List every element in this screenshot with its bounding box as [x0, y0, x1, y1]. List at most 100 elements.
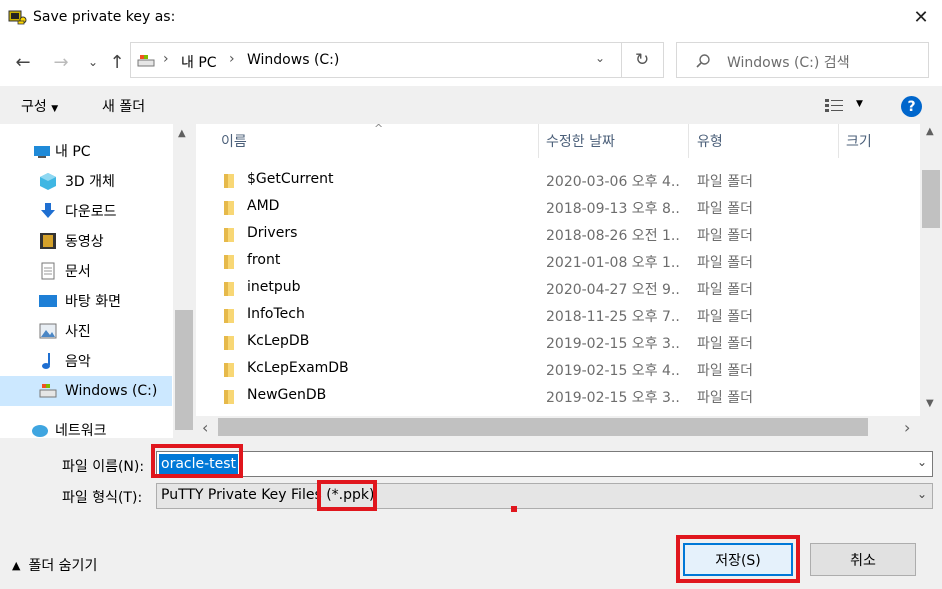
address-dropdown-icon[interactable]: ⌄ — [595, 51, 605, 65]
filetype-label: 파일 형식(T): — [62, 490, 143, 506]
column-header-name[interactable]: 이름 — [221, 124, 247, 158]
refresh-icon[interactable]: ↻ — [635, 50, 649, 70]
table-row[interactable]: KcLepDB 2019-02-15 오후 3... 파일 폴더 — [196, 329, 916, 356]
file-date: 2021-01-08 오후 1... — [546, 255, 680, 271]
recent-locations-button[interactable]: ⌄ — [82, 51, 104, 73]
breadcrumb-my-pc[interactable]: 내 PC — [181, 52, 217, 72]
forward-button[interactable]: → — [50, 51, 72, 73]
scroll-down-icon[interactable]: ▼ — [926, 398, 934, 409]
arrow-right-icon: → — [53, 51, 69, 73]
sidebar-item-pictures[interactable]: 사진 — [0, 317, 172, 345]
chevron-down-icon[interactable]: ⌄ — [917, 455, 927, 469]
chevron-down-icon[interactable]: ⌄ — [917, 487, 927, 501]
filename-selected-text[interactable]: oracle-test — [159, 454, 239, 474]
divider — [621, 43, 622, 77]
caret-up-icon: ▲ — [12, 558, 21, 572]
sidebar-scrollbar[interactable]: ▲ — [173, 124, 195, 438]
filetype-select[interactable]: PuTTY Private Key Files (*.ppk) ⌄ — [156, 483, 933, 509]
file-type: 파일 폴더 — [697, 228, 753, 244]
close-button[interactable]: ✕ — [900, 0, 942, 34]
sidebar-item-label: 3D 개체 — [65, 174, 115, 190]
sidebar-item-network[interactable]: 네트워크 — [0, 416, 172, 438]
search-box[interactable]: Windows (C:) 검색 — [676, 42, 929, 78]
cancel-button[interactable]: 취소 — [810, 543, 916, 576]
help-icon[interactable]: ? — [901, 96, 922, 117]
address-bar[interactable]: › 내 PC › Windows (C:) ⌄ ↻ — [130, 42, 664, 78]
folder-icon — [224, 255, 234, 269]
folder-icon — [224, 336, 234, 350]
close-icon: ✕ — [913, 6, 929, 28]
sidebar-item-videos[interactable]: 동영상 — [0, 227, 172, 255]
scroll-up-icon[interactable]: ▲ — [178, 128, 186, 139]
table-row[interactable]: KcLepExamDB 2019-02-15 오후 4... 파일 폴더 — [196, 356, 916, 383]
hide-folders-button[interactable]: ▲ 폴더 숨기기 — [12, 555, 97, 575]
sidebar-item-label: Windows (C:) — [65, 383, 158, 399]
table-row[interactable]: AMD 2018-09-13 오후 8... 파일 폴더 — [196, 194, 916, 221]
up-button[interactable]: ↑ — [106, 51, 128, 73]
sidebar-item-desktop[interactable]: 바탕 화면 — [0, 287, 172, 315]
scroll-left-icon[interactable]: ‹ — [202, 418, 208, 437]
organize-button[interactable]: 구성 ▼ — [21, 96, 58, 116]
sidebar-item-windows-c[interactable]: Windows (C:) — [0, 376, 172, 406]
view-options-icon[interactable] — [825, 98, 843, 112]
scrollbar-thumb[interactable] — [922, 170, 940, 228]
new-folder-button[interactable]: 새 폴더 — [102, 96, 145, 116]
back-button[interactable]: ← — [12, 51, 34, 73]
sidebar-item-label: 다운로드 — [65, 204, 117, 220]
file-date: 2019-02-15 오후 3... — [546, 390, 680, 406]
putty-key-icon — [8, 10, 27, 25]
sidebar-item-3d-objects[interactable]: 3D 개체 — [0, 167, 172, 195]
column-header-date[interactable]: 수정한 날짜 — [546, 124, 615, 158]
file-name: NewGenDB — [247, 387, 327, 403]
table-row[interactable]: inetpub 2020-04-27 오전 9... 파일 폴더 — [196, 275, 916, 302]
file-date: 2019-02-15 오후 4... — [546, 363, 680, 379]
file-date: 2018-08-26 오전 1... — [546, 228, 680, 244]
caret-down-icon[interactable]: ▼ — [856, 99, 863, 109]
hide-folders-label: 폴더 숨기기 — [28, 558, 98, 574]
file-date: 2020-03-06 오후 4... — [546, 174, 680, 190]
chevron-down-icon: ⌄ — [87, 55, 99, 69]
breadcrumb-windows-c[interactable]: Windows (C:) — [247, 52, 339, 68]
sort-ascending-icon: ^ — [374, 124, 384, 135]
save-button[interactable]: 저장(S) — [683, 543, 793, 576]
table-row[interactable]: $GetCurrent 2020-03-06 오후 4... 파일 폴더 — [196, 167, 916, 194]
search-input[interactable]: Windows (C:) 검색 — [727, 52, 850, 72]
filename-input[interactable]: oracle-test ⌄ — [156, 451, 933, 477]
navigation-pane: 내 PC 3D 개체 다운로드 동영상 문서 바탕 화면 사진 음악 Windo… — [0, 124, 195, 438]
sidebar-item-music[interactable]: 음악 — [0, 347, 172, 375]
folder-icon — [224, 309, 234, 323]
sidebar-item-downloads[interactable]: 다운로드 — [0, 197, 172, 225]
desktop-icon — [39, 295, 57, 307]
table-row[interactable]: InfoTech 2018-11-25 오후 7... 파일 폴더 — [196, 302, 916, 329]
file-list-hscrollbar[interactable]: ‹ › — [196, 416, 920, 438]
table-row[interactable]: NewGenDB 2019-02-15 오후 3... 파일 폴더 — [196, 383, 916, 410]
chevron-right-icon: › — [229, 51, 235, 67]
file-type: 파일 폴더 — [697, 309, 753, 325]
sidebar-item-label: 바탕 화면 — [65, 294, 121, 310]
sidebar-item-label: 문서 — [65, 264, 91, 280]
sidebar-item-my-pc[interactable]: 내 PC — [0, 137, 172, 165]
filetype-value: PuTTY Private Key Files (*.ppk) — [161, 487, 375, 503]
sidebar-item-documents[interactable]: 문서 — [0, 257, 172, 285]
window-title: Save private key as: — [33, 9, 176, 25]
file-name: KcLepDB — [247, 333, 310, 349]
file-list: ^ 이름 수정한 날짜 유형 크기 $GetCurrent 2020-03-06… — [196, 124, 942, 438]
drive-icon — [39, 384, 57, 398]
column-divider — [688, 124, 689, 158]
table-row[interactable]: front 2021-01-08 오후 1... 파일 폴더 — [196, 248, 916, 275]
scroll-right-icon[interactable]: › — [904, 418, 910, 437]
file-date: 2018-11-25 오후 7... — [546, 309, 680, 325]
file-list-vscrollbar[interactable]: ▲ ▼ — [920, 124, 942, 416]
scrollbar-thumb[interactable] — [175, 310, 193, 430]
table-row[interactable]: Drivers 2018-08-26 오전 1... 파일 폴더 — [196, 221, 916, 248]
music-icon — [42, 353, 50, 369]
column-header-type[interactable]: 유형 — [697, 124, 723, 158]
file-type: 파일 폴더 — [697, 174, 753, 190]
scroll-up-icon[interactable]: ▲ — [926, 126, 934, 137]
column-header-size[interactable]: 크기 — [846, 124, 872, 158]
file-name: KcLepExamDB — [247, 360, 349, 376]
annotation-mark — [511, 506, 517, 512]
picture-icon — [39, 323, 57, 339]
scrollbar-thumb[interactable] — [218, 418, 868, 436]
title-bar: Save private key as: ✕ — [0, 0, 942, 36]
